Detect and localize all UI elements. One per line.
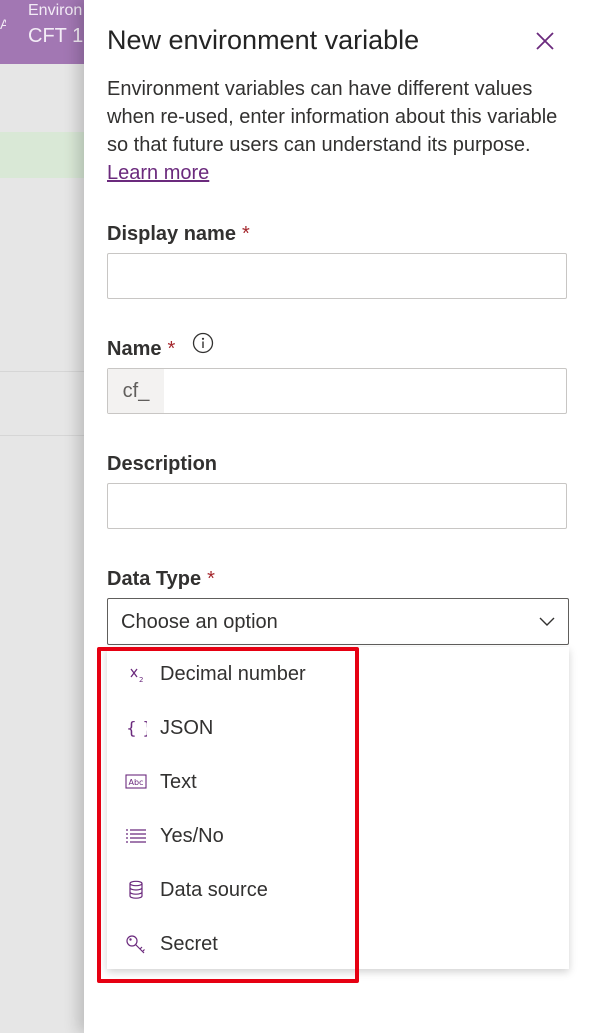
option-label: Data source — [160, 879, 268, 901]
option-secret[interactable]: Secret — [107, 917, 353, 971]
close-icon[interactable] — [532, 28, 558, 54]
option-yes-no[interactable]: Yes/No — [107, 809, 353, 863]
name-label-text: Name — [107, 338, 162, 360]
info-icon[interactable] — [192, 332, 214, 354]
panel-description: Environment variables can have different… — [107, 75, 567, 187]
intro-text: Environment variables can have different… — [107, 78, 558, 156]
option-label: Secret — [160, 933, 218, 955]
option-label: Decimal number — [160, 663, 306, 685]
panel-title: New environment variable — [107, 25, 420, 55]
required-marker: * — [207, 568, 215, 590]
app-background — [0, 64, 84, 1033]
svg-text:2: 2 — [139, 676, 143, 684]
database-icon — [129, 880, 143, 899]
data-type-dropdown[interactable]: Choose an option — [107, 598, 569, 645]
name-prefix: cf_ — [108, 369, 164, 413]
display-name-input[interactable] — [107, 253, 567, 299]
notification-bar — [0, 132, 84, 178]
chevron-down-icon — [539, 617, 555, 626]
svg-text:{ }: { } — [126, 719, 147, 738]
text-abc-icon: Abc — [125, 774, 147, 789]
list-icon — [126, 829, 146, 843]
data-type-placeholder: Choose an option — [121, 611, 278, 633]
option-decimal-number[interactable]: 2 Decimal number — [107, 647, 353, 701]
divider — [0, 371, 84, 372]
environment-label: Environ — [28, 2, 83, 19]
description-input[interactable] — [107, 483, 567, 529]
data-type-label-text: Data Type — [107, 568, 202, 590]
display-name-label: Display name * — [107, 221, 250, 247]
option-label: JSON — [160, 717, 214, 739]
json-braces-icon: { } — [126, 719, 147, 738]
required-marker: * — [241, 223, 250, 245]
option-label: Yes/No — [160, 825, 224, 847]
new-environment-variable-panel: New environment variable Environment var… — [84, 0, 592, 1033]
display-name-label-text: Display name — [107, 223, 236, 245]
data-type-options-list: 2 Decimal number { } JSON Abc Text Yes/N… — [107, 647, 569, 969]
option-text[interactable]: Abc Text — [107, 755, 353, 809]
key-icon — [126, 935, 145, 954]
data-type-label: Data Type * — [107, 566, 215, 592]
app-icon: A — [0, 16, 6, 32]
description-label: Description — [107, 453, 218, 475]
option-label: Text — [160, 771, 197, 793]
learn-more-link[interactable]: Learn more — [107, 162, 209, 184]
name-input[interactable]: cf_ — [107, 368, 567, 414]
divider — [0, 435, 84, 436]
option-data-source[interactable]: Data source — [107, 863, 353, 917]
required-marker: * — [167, 338, 176, 360]
decimal-icon: 2 — [130, 668, 143, 684]
svg-text:Abc: Abc — [129, 778, 144, 787]
option-json[interactable]: { } JSON — [107, 701, 353, 755]
name-label: Name * — [107, 336, 175, 362]
